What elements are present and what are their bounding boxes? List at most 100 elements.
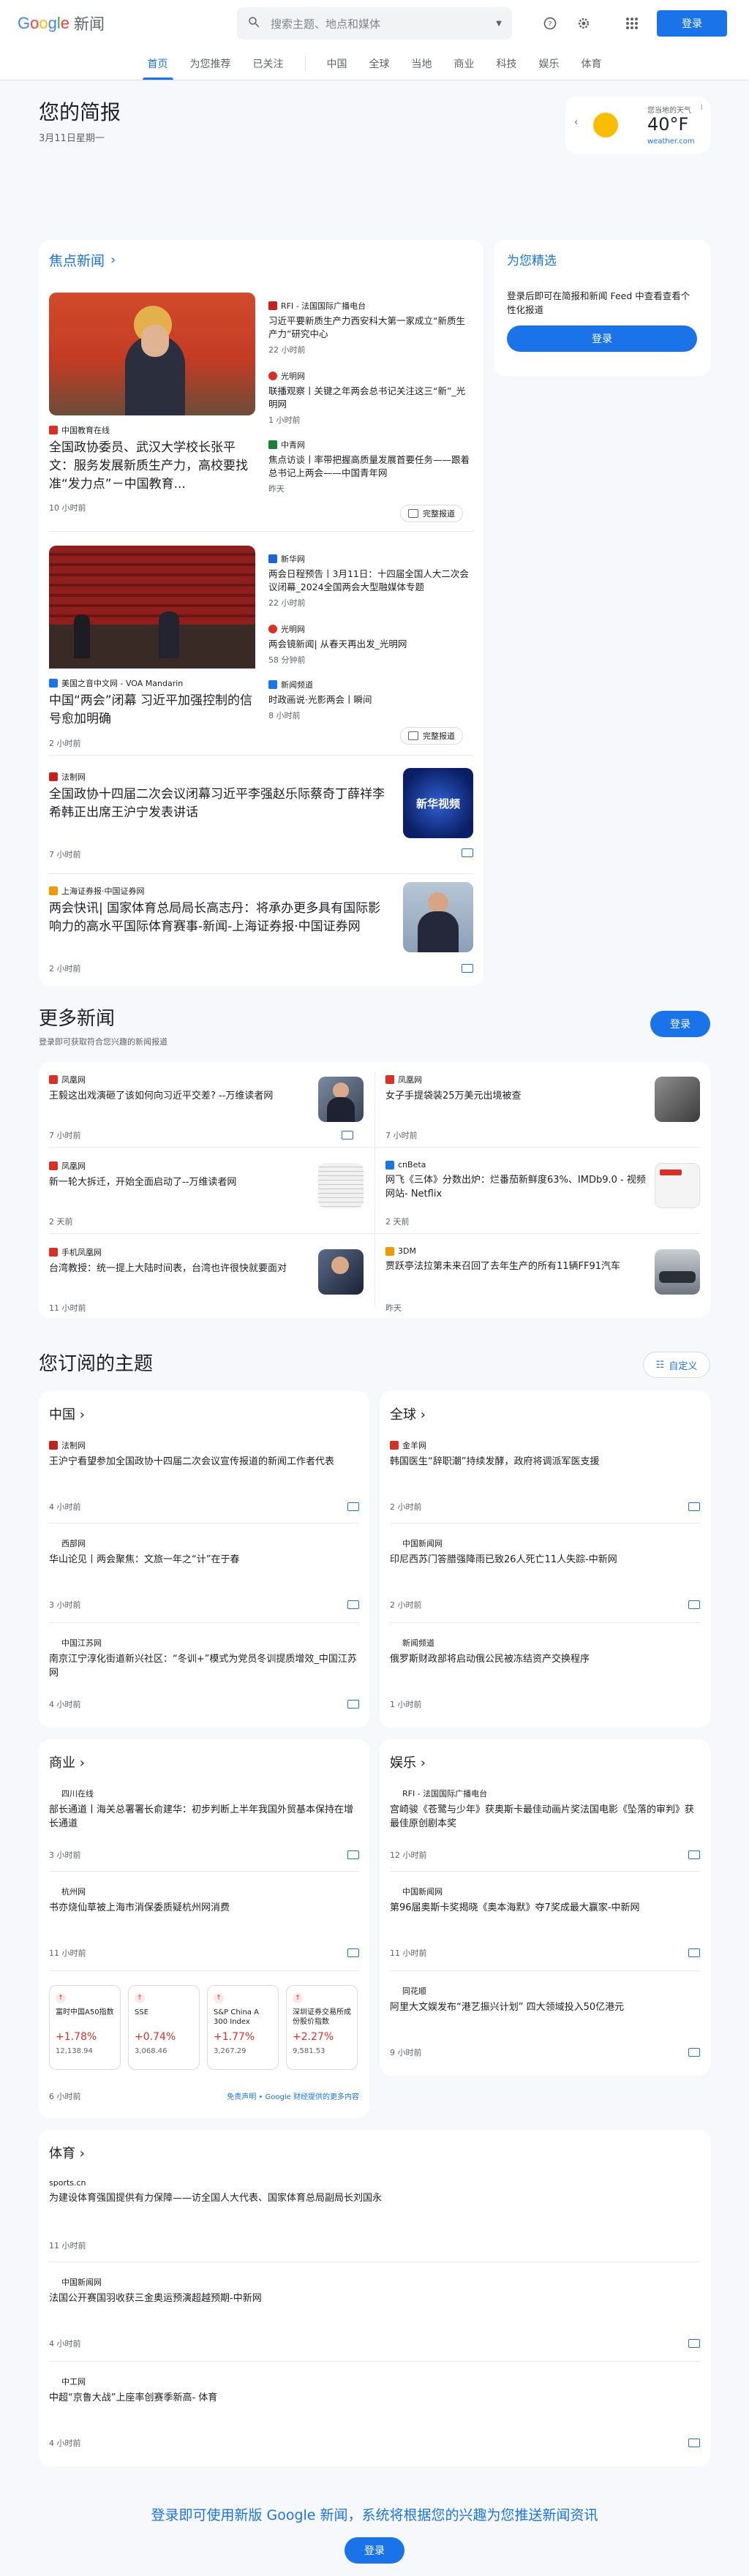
full-coverage-icon[interactable] [688, 2438, 700, 2447]
tab-world[interactable]: 全球 [358, 56, 401, 80]
news-headline[interactable]: 女子手提袋装25万美元出境被查 [385, 1089, 649, 1103]
settings-gear-icon[interactable] [575, 15, 592, 32]
news-headline[interactable]: 印尼西苏门答腊强降雨已致26人死亡11人失踪-中新网 [390, 1553, 700, 1567]
full-coverage-icon[interactable] [347, 1700, 359, 1709]
weather-source-link[interactable]: weather.com [647, 138, 695, 146]
news-item[interactable]: 新闻频道 俄罗斯财政部将启动俄公民被冻结资产交换程序 1 小时前 [390, 1637, 700, 1709]
story-image[interactable] [49, 546, 255, 669]
news-item[interactable]: sports.cn 为建设体育强国提供有力保障——访全国人大代表、国家体育总局副… [49, 2178, 700, 2251]
full-coverage-icon[interactable] [688, 2048, 700, 2057]
full-coverage-icon[interactable] [347, 1502, 359, 1511]
news-headline[interactable]: 韩国医生“辞职潮”持续发酵，政府将调派军医支援 [390, 1455, 700, 1469]
stock-tile[interactable]: ↑ 富时中国A50指数 +1.78% 12,138.94 [49, 1985, 121, 2070]
full-coverage-icon[interactable] [688, 1502, 700, 1511]
topic-title-china[interactable]: 中国 › [49, 1404, 85, 1423]
full-coverage-button[interactable]: 完整报道 [400, 505, 463, 522]
news-item[interactable]: 中国新闻网 第96届奥斯卡奖揭晓《奥本海默》夺7奖成最大赢家-中新网 11 小时… [390, 1886, 700, 1958]
tab-tech[interactable]: 科技 [486, 56, 528, 80]
news-item[interactable]: 同花顺 阿里大文娱发布“港艺振兴计划” 四大领域投入50亿港元 9 小时前 [390, 1985, 700, 2057]
google-news-logo[interactable]: Google 新闻 [18, 12, 105, 34]
full-coverage-icon[interactable] [688, 1850, 700, 1859]
related-story[interactable]: 光明网 联播观察丨关键之年两会总书记关注这三“新”_光明网 1 小时前 [268, 370, 470, 426]
news-headline[interactable]: 宫崎骏《苍鹭与少年》获奥斯卡最佳动画片奖法国电影《坠落的审判》获最佳原创剧本奖 [390, 1803, 700, 1831]
search-input[interactable]: 搜索主题、地点和媒体 [271, 16, 496, 31]
news-item[interactable]: cnBeta 网飞《三体》分数出炉：烂番茄新鲜度63%、IMDb9.0 - 视频… [385, 1160, 700, 1230]
news-item[interactable]: 凤凰网 王毅这出戏演砸了该如何向习近平交差? --万维读者网 7 小时前 [49, 1074, 364, 1144]
related-headline[interactable]: 时政画说·光影两会丨瞬间 [268, 693, 470, 707]
news-headline[interactable]: 第96届奥斯卡奖揭晓《奥本海默》夺7奖成最大赢家-中新网 [390, 1901, 700, 1915]
story-headline[interactable]: 中国“两会”闭幕 习近平加强控制的信号愈加明确 [49, 692, 255, 728]
news-item[interactable]: 西部网 华山论见丨两会聚焦：文旅一年之“计”在于春 3 小时前 [49, 1537, 359, 1610]
news-item[interactable]: 四川在线 部长通道丨海关总署署长俞建华：初步判断上半年我国外贸基本保持在增长通道… [49, 1788, 359, 1860]
more-options-icon[interactable]: ⁝ [701, 102, 704, 112]
tab-business[interactable]: 商业 [443, 56, 486, 80]
full-coverage-icon[interactable] [347, 1948, 359, 1957]
news-item[interactable]: 3DM 贾跃亭法拉第未来召回了去年生产的所有11辆FF91汽车 昨天 [385, 1246, 700, 1317]
news-item[interactable]: 中国新闻网 法国公开赛国羽收获三金奥运预演超越预期-中新网 4 小时前 [49, 2276, 700, 2349]
story-image[interactable]: 新华视频 [403, 768, 473, 838]
topic-title-entertainment[interactable]: 娱乐 › [390, 1752, 426, 1771]
news-headline[interactable]: 俄罗斯财政部将启动俄公民被冻结资产交换程序 [390, 1652, 700, 1666]
topic-title-business[interactable]: 商业 › [49, 1752, 85, 1771]
help-icon[interactable]: ? [541, 15, 559, 32]
related-story[interactable]: 光明网 两会镜新闻| 从春天再出发_光明网 58 分钟前 [268, 623, 470, 666]
customize-button[interactable]: ☷ 自定义 [643, 1352, 710, 1378]
news-item[interactable]: RFI - 法国国际广播电台 宫崎骏《苍鹭与少年》获奥斯卡最佳动画片奖法国电影《… [390, 1788, 700, 1860]
story-headline[interactable]: 两会快讯| 国家体育总局局长高志丹：将承办更多具有国际影响力的高水平国际体育赛事… [49, 900, 393, 936]
story-image[interactable] [403, 882, 473, 952]
news-headline[interactable]: 部长通道丨海关总署署长俞建华：初步判断上半年我国外贸基本保持在增长通道 [49, 1803, 359, 1831]
news-item[interactable]: 杭州网 书亦烧仙草被上海市消保委质疑杭州网消费 11 小时前 [49, 1886, 359, 1958]
story-headline[interactable]: 全国政协十四届二次会议闭幕习近平李强赵乐际蔡奇丁薛祥李希韩正出席王沪宁发表讲话 [49, 786, 393, 822]
news-item[interactable]: 凤凰网 女子手提袋装25万美元出境被查 7 小时前 [385, 1074, 700, 1144]
related-headline[interactable]: 联播观察丨关键之年两会总书记关注这三“新”_光明网 [268, 385, 470, 411]
news-headline[interactable]: 新一轮大拆迁，开始全面启动了--万维读者网 [49, 1175, 312, 1189]
tab-following[interactable]: 已关注 [242, 56, 295, 80]
news-headline[interactable]: 贾跃亭法拉第未来召回了去年生产的所有11辆FF91汽车 [385, 1259, 649, 1273]
full-coverage-icon[interactable] [342, 1131, 353, 1140]
related-story[interactable]: 中青网 焦点访谈丨率带把握高质量发展首要任务——跟着总书记上两会——中国青年网 … [268, 439, 470, 494]
full-coverage-icon[interactable] [347, 1850, 359, 1859]
sign-in-button[interactable]: 登录 [657, 10, 727, 37]
apps-grid-icon[interactable] [623, 15, 641, 32]
full-coverage-icon[interactable] [688, 1948, 700, 1957]
related-headline[interactable]: 习近平要新质生产力西安科大第一家成立“新质生产力”研究中心 [268, 315, 470, 341]
full-coverage-icon[interactable] [462, 964, 473, 973]
related-story[interactable]: 新华网 两会日程预告丨3月11日：十四届全国人大二次会议闭幕_2024全国两会大… [268, 553, 470, 609]
news-headline[interactable]: 阿里大文娱发布“港艺振兴计划” 四大领域投入50亿港元 [390, 2000, 700, 2014]
related-headline[interactable]: 焦点访谈丨率带把握高质量发展首要任务——跟着总书记上两会——中国青年网 [268, 453, 470, 480]
stock-tile[interactable]: ↑ SSE +0.74% 3,068.46 [128, 1985, 200, 2070]
related-story[interactable]: RFI - 法国国际广播电台 习近平要新质生产力西安科大第一家成立“新质生产力”… [268, 300, 470, 355]
tab-for-you[interactable]: 为您推荐 [179, 56, 242, 80]
news-item[interactable]: 中国江苏网 南京江宁淳化街道新兴社区：“冬训+”模式为党员冬训提质增效_中国江苏… [49, 1637, 359, 1709]
news-headline[interactable]: 网飞《三体》分数出炉：烂番茄新鲜度63%、IMDb9.0 - 视频网站- Net… [385, 1173, 649, 1201]
news-item[interactable]: 中国新闻网 印尼西苏门答腊强降雨已致26人死亡11人失踪-中新网 2 小时前 [390, 1537, 700, 1610]
stock-tile[interactable]: ↑ 深圳证券交易所成份股价指数 +2.27% 9,581.53 [286, 1985, 358, 2070]
more-news-signin-button[interactable]: 登录 [650, 1011, 710, 1037]
tab-home[interactable]: 首页 [137, 56, 179, 80]
tab-entertainment[interactable]: 娱乐 [528, 56, 571, 80]
tab-local[interactable]: 当地 [401, 56, 443, 80]
picks-signin-button[interactable]: 登录 [507, 325, 697, 352]
news-headline[interactable]: 为建设体育强国提供有力保障——访全国人大代表、国家体育总局副局长刘国永 [49, 2191, 700, 2205]
full-coverage-button[interactable]: 完整报道 [400, 727, 463, 745]
tab-sports[interactable]: 体育 [571, 56, 613, 80]
full-coverage-icon[interactable] [462, 848, 473, 857]
full-coverage-icon[interactable] [347, 1600, 359, 1609]
news-headline[interactable]: 中超“京鲁大战”上座率创赛季新高- 体育 [49, 2391, 700, 2405]
finance-disclaimer-link[interactable]: 免责声明 • Google 财经提供的更多内容 [227, 2090, 359, 2101]
top-stories-title[interactable]: 焦点新闻 › [49, 250, 116, 270]
topic-title-sports[interactable]: 体育 › [49, 2143, 85, 2162]
news-headline[interactable]: 王沪宁看望参加全国政协十四届二次会议宣传报道的新闻工作者代表 [49, 1455, 359, 1469]
chevron-left-icon[interactable]: ‹ [574, 117, 578, 128]
more-news-title[interactable]: 更多新闻 [39, 1003, 115, 1031]
weather-widget[interactable]: ‹ 您当地的天气 40°F weather.com ⁝ [565, 97, 710, 154]
news-headline[interactable]: 南京江宁淳化街道新兴社区：“冬训+”模式为党员冬训提质增效_中国江苏网 [49, 1652, 359, 1680]
news-headline[interactable]: 华山论见丨两会聚焦：文旅一年之“计”在于春 [49, 1553, 359, 1567]
tab-china[interactable]: 中国 [316, 56, 358, 80]
news-item[interactable]: 手机凤凰网 台湾教授：统一提上大陆时间表，台湾也许很快就要面对 11 小时前 [49, 1246, 364, 1317]
story-headline[interactable]: 全国政协委员、武汉大学校长张平文：服务发展新质生产力，高校要找准“发力点”－中国… [49, 439, 255, 494]
news-headline[interactable]: 法国公开赛国羽收获三金奥运预演超越预期-中新网 [49, 2291, 700, 2305]
news-headline[interactable]: 书亦烧仙草被上海市消保委质疑杭州网消费 [49, 1901, 359, 1915]
full-coverage-icon[interactable] [688, 1600, 700, 1609]
news-headline[interactable]: 王毅这出戏演砸了该如何向习近平交差? --万维读者网 [49, 1089, 312, 1103]
